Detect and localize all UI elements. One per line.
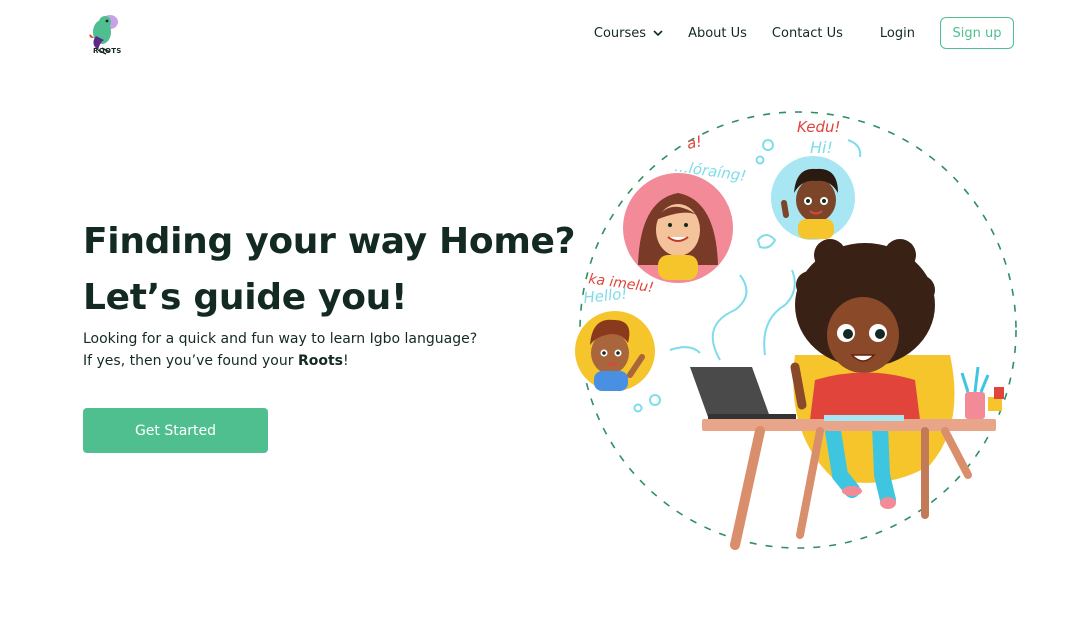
login-link[interactable]: Login — [880, 26, 915, 41]
hero-subtext-brand: Roots — [297, 353, 343, 369]
bubble-top-right-blue: Hi! — [810, 138, 833, 157]
hero-illustration: a! ...lóraíng! Kedu! Hi! ka imelu! Hello… — [575, 111, 1017, 550]
hero-subtext-end: ! — [342, 353, 349, 369]
bubble-top-left-red: a! — [685, 132, 704, 153]
hero-headline-line-1: Finding your way Home? — [83, 221, 576, 262]
landing-page: ROOTS Courses About Us Contact Us Login … — [0, 0, 1070, 630]
hero-subtext-body: Looking for a quick and fun way to learn… — [83, 331, 478, 369]
brand-name: ROOTS — [93, 47, 122, 55]
hero-headline: Finding your way Home? Let’s guide you! — [83, 214, 576, 326]
bubble-top-right-red: Kedu! — [797, 118, 841, 136]
nav-courses-label: Courses — [593, 25, 647, 41]
avatar-girl — [623, 173, 733, 283]
avatar-boy-left — [575, 311, 655, 391]
hero-subtext: Looking for a quick and fun way to learn… — [83, 328, 483, 372]
get-started-button[interactable]: Get Started — [83, 408, 268, 453]
nav-contact-us[interactable]: Contact Us — [772, 26, 843, 41]
nav-about-us[interactable]: About Us — [688, 26, 747, 41]
bubble-left-blue: Hello! — [583, 284, 629, 307]
chevron-down-icon — [653, 30, 663, 37]
nav-courses[interactable]: Courses — [594, 26, 664, 41]
top-nav: Courses About Us Contact Us Login Sign u… — [594, 17, 1014, 49]
desk-scene — [690, 239, 1004, 550]
hero-headline-line-2: Let’s guide you! — [83, 277, 408, 318]
avatar-boy-top — [771, 156, 855, 240]
signup-button[interactable]: Sign up — [940, 17, 1014, 49]
